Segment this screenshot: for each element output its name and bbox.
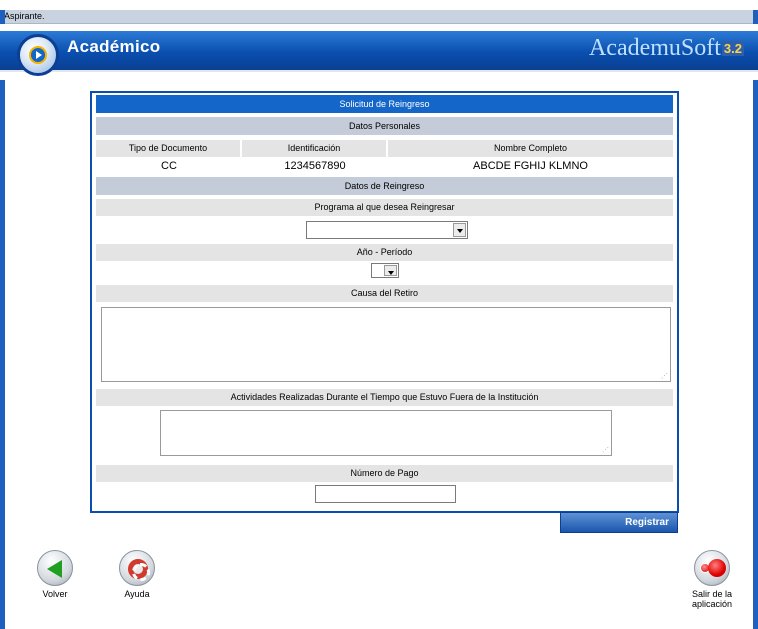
personal-data-header: Datos Personales — [96, 117, 673, 135]
resize-grip-icon[interactable]: ⋰ — [661, 373, 668, 380]
play-logo-icon — [17, 34, 59, 76]
salir-label-line1: Salir de la — [691, 589, 733, 599]
ayuda-label: Ayuda — [124, 589, 150, 599]
col-tipo-documento: Tipo de Documento — [96, 140, 242, 157]
actividades-textarea[interactable]: ⋰ — [160, 410, 612, 456]
user-role-text: Aspirante. — [4, 11, 45, 21]
resize-grip-icon[interactable]: ⋰ — [602, 447, 609, 454]
header-divider — [0, 70, 758, 72]
chevron-down-icon[interactable] — [384, 265, 397, 276]
programa-label: Programa al que desea Reingresar — [96, 199, 673, 216]
salir-label-line2: aplicación — [691, 599, 733, 609]
lifebuoy-ring — [128, 559, 150, 581]
col-nombre-completo: Nombre Completo — [388, 140, 673, 157]
volver-button[interactable]: Volver — [30, 550, 80, 599]
app-header: Académico AcademuSoft 3.2 — [0, 24, 758, 80]
programa-select[interactable] — [306, 221, 468, 239]
left-arrow-icon[interactable] — [37, 550, 73, 586]
nombre-completo-value: ABCDE FGHIJ KLMNO — [473, 160, 588, 172]
brand-logo: AcademuSoft 3.2 — [589, 35, 744, 62]
brand-name: AcademuSoft — [588, 35, 721, 61]
pago-label: Número de Pago — [96, 465, 673, 482]
col-identificacion: Identificación — [242, 140, 388, 157]
reingreso-form: Solicitud de Reingreso Datos Personales … — [90, 91, 679, 513]
periodo-label: Año - Período — [96, 244, 673, 261]
exit-icon[interactable] — [694, 550, 730, 586]
exit-red-dot — [708, 559, 726, 577]
logo-inner — [29, 46, 47, 64]
personal-values: CC 1234567890 ABCDE FGHIJ KLMNO — [96, 159, 673, 174]
reingreso-data-header: Datos de Reingreso — [96, 177, 673, 195]
volver-label: Volver — [42, 589, 68, 599]
causa-textarea[interactable]: ⋰ — [101, 307, 671, 382]
brand-version: 3.2 — [721, 41, 744, 56]
lifebuoy-icon[interactable] — [119, 550, 155, 586]
ayuda-button[interactable]: Ayuda — [112, 550, 162, 599]
app-title: Académico — [67, 37, 161, 56]
causa-label: Causa del Retiro — [96, 285, 673, 302]
top-status-bar: Aspirante. — [0, 10, 758, 24]
periodo-select[interactable] — [371, 263, 399, 278]
chevron-down-icon[interactable] — [453, 223, 466, 237]
salir-label: Salir de la aplicación — [682, 589, 742, 609]
personal-columns: Tipo de Documento Identificación Nombre … — [96, 140, 673, 157]
left-frame-border — [0, 10, 5, 629]
identificacion-value: 1234567890 — [284, 160, 346, 172]
arrow-glyph — [47, 560, 62, 578]
salir-button[interactable]: Salir de la aplicación — [682, 550, 742, 609]
right-frame-border — [753, 10, 758, 629]
tipo-documento-value: CC — [161, 160, 177, 172]
form-title: Solicitud de Reingreso — [96, 95, 673, 113]
actividades-label: Actividades Realizadas Durante el Tiempo… — [96, 389, 673, 406]
registrar-button[interactable]: Registrar — [560, 512, 678, 533]
pago-input[interactable] — [315, 485, 456, 503]
